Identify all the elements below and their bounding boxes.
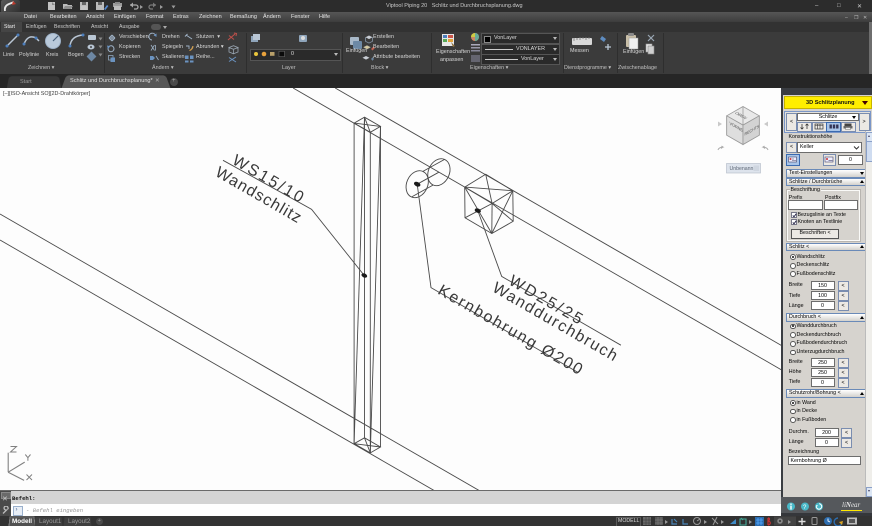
svg-text:Unbenannt: Unbenannt: [730, 166, 756, 172]
